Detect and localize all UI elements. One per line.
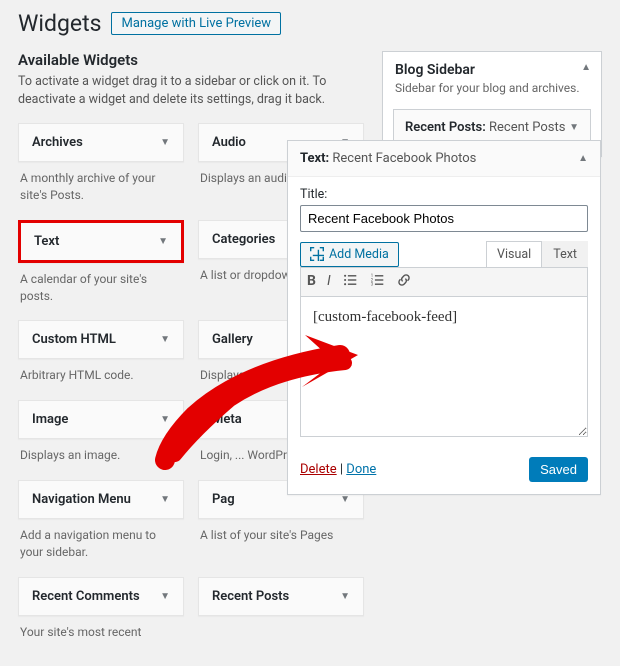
manage-live-preview-button[interactable]: Manage with Live Preview xyxy=(111,12,281,35)
widget-name: Navigation Menu xyxy=(32,492,131,507)
page-title-text: Widgets xyxy=(18,10,101,37)
tab-visual[interactable]: Visual xyxy=(486,241,542,267)
widget-archives[interactable]: Archives ▼ xyxy=(18,123,184,162)
editor-toolbar: B I 123 xyxy=(300,267,588,297)
chevron-down-icon: ▼ xyxy=(160,334,170,345)
widget-description: A list of your site's Pages xyxy=(198,519,364,554)
widget-description: Arbitrary HTML code. xyxy=(18,359,184,394)
blog-sidebar-caption: Sidebar for your blog and archives. xyxy=(395,81,589,95)
widget-navigation-menu[interactable]: Navigation Menu ▼ xyxy=(18,480,184,519)
widget-editor-header[interactable]: Text: Recent Facebook Photos ▲ xyxy=(288,141,600,177)
widget-name: Recent Posts xyxy=(212,589,289,604)
media-icon xyxy=(310,247,324,261)
content-editor[interactable]: [custom-facebook-feed] xyxy=(300,297,588,437)
widget-name: Recent Comments xyxy=(32,589,140,604)
add-media-label: Add Media xyxy=(329,247,389,262)
saved-button[interactable]: Saved xyxy=(529,457,588,482)
bullet-list-button[interactable] xyxy=(342,273,358,291)
widget-recent-posts[interactable]: Recent Posts ▼ xyxy=(198,577,364,616)
widget-text[interactable]: Text ▼ xyxy=(18,220,184,263)
italic-button[interactable]: I xyxy=(327,273,331,291)
widget-description: A monthly archive of your site's Posts. xyxy=(18,162,184,214)
blog-sidebar-title: Blog Sidebar xyxy=(395,62,589,78)
widget-description: Displays an image. xyxy=(18,439,184,474)
chevron-down-icon: ▼ xyxy=(160,414,170,425)
bold-button[interactable]: B xyxy=(307,273,316,291)
tab-text[interactable]: Text xyxy=(542,241,588,267)
available-widgets-heading: Available Widgets xyxy=(18,51,364,69)
widget-name: Gallery xyxy=(212,332,253,347)
link-button[interactable] xyxy=(396,273,412,291)
widget-custom-html[interactable]: Custom HTML ▼ xyxy=(18,320,184,359)
chevron-down-icon: ▼ xyxy=(340,494,350,505)
title-input[interactable] xyxy=(300,205,588,232)
chevron-down-icon: ▼ xyxy=(158,236,168,247)
delete-link[interactable]: Delete xyxy=(300,462,337,477)
widget-description: Your site's most recent xyxy=(18,616,184,651)
widget-description: Add a navigation menu to your sidebar. xyxy=(18,519,184,571)
title-field-label: Title: xyxy=(300,187,588,202)
chevron-down-icon: ▼ xyxy=(340,591,350,602)
widget-recent-comments[interactable]: Recent Comments ▼ xyxy=(18,577,184,616)
content-text: [custom-facebook-feed] xyxy=(313,309,457,325)
widget-name: Meta xyxy=(212,412,242,427)
collapse-icon[interactable]: ▲ xyxy=(578,153,588,164)
widget-name: Pag xyxy=(212,492,235,507)
widget-editor-panel: Text: Recent Facebook Photos ▲ Title: Ad… xyxy=(287,140,601,495)
chevron-down-icon[interactable]: ▼ xyxy=(569,122,579,133)
chevron-down-icon: ▼ xyxy=(160,137,170,148)
widget-description xyxy=(198,616,364,634)
sidebar-widget-title: Recent Posts xyxy=(489,120,565,135)
widget-image[interactable]: Image ▼ xyxy=(18,400,184,439)
sidebar-widget-type: Recent Posts: xyxy=(405,120,486,135)
editor-type-label: Text: xyxy=(300,151,329,166)
widget-name: Image xyxy=(32,412,68,427)
widget-description: A calendar of your site's posts. xyxy=(18,263,184,315)
collapse-icon[interactable]: ▲ xyxy=(581,62,591,73)
page-title: Widgets Manage with Live Preview xyxy=(18,10,602,37)
editor-title-label: Recent Facebook Photos xyxy=(332,151,476,166)
widget-name: Custom HTML xyxy=(32,332,116,347)
chevron-down-icon: ▼ xyxy=(160,494,170,505)
ordered-list-button[interactable]: 123 xyxy=(369,273,385,291)
widget-name: Categories xyxy=(212,232,275,247)
svg-text:3: 3 xyxy=(370,283,373,287)
widget-name: Text xyxy=(34,234,59,249)
add-media-button[interactable]: Add Media xyxy=(300,242,399,267)
available-widgets-description: To activate a widget drag it to a sideba… xyxy=(18,73,364,109)
chevron-down-icon: ▼ xyxy=(160,591,170,602)
widget-name: Audio xyxy=(212,135,246,150)
done-link[interactable]: Done xyxy=(346,462,376,477)
widget-name: Archives xyxy=(32,135,83,150)
